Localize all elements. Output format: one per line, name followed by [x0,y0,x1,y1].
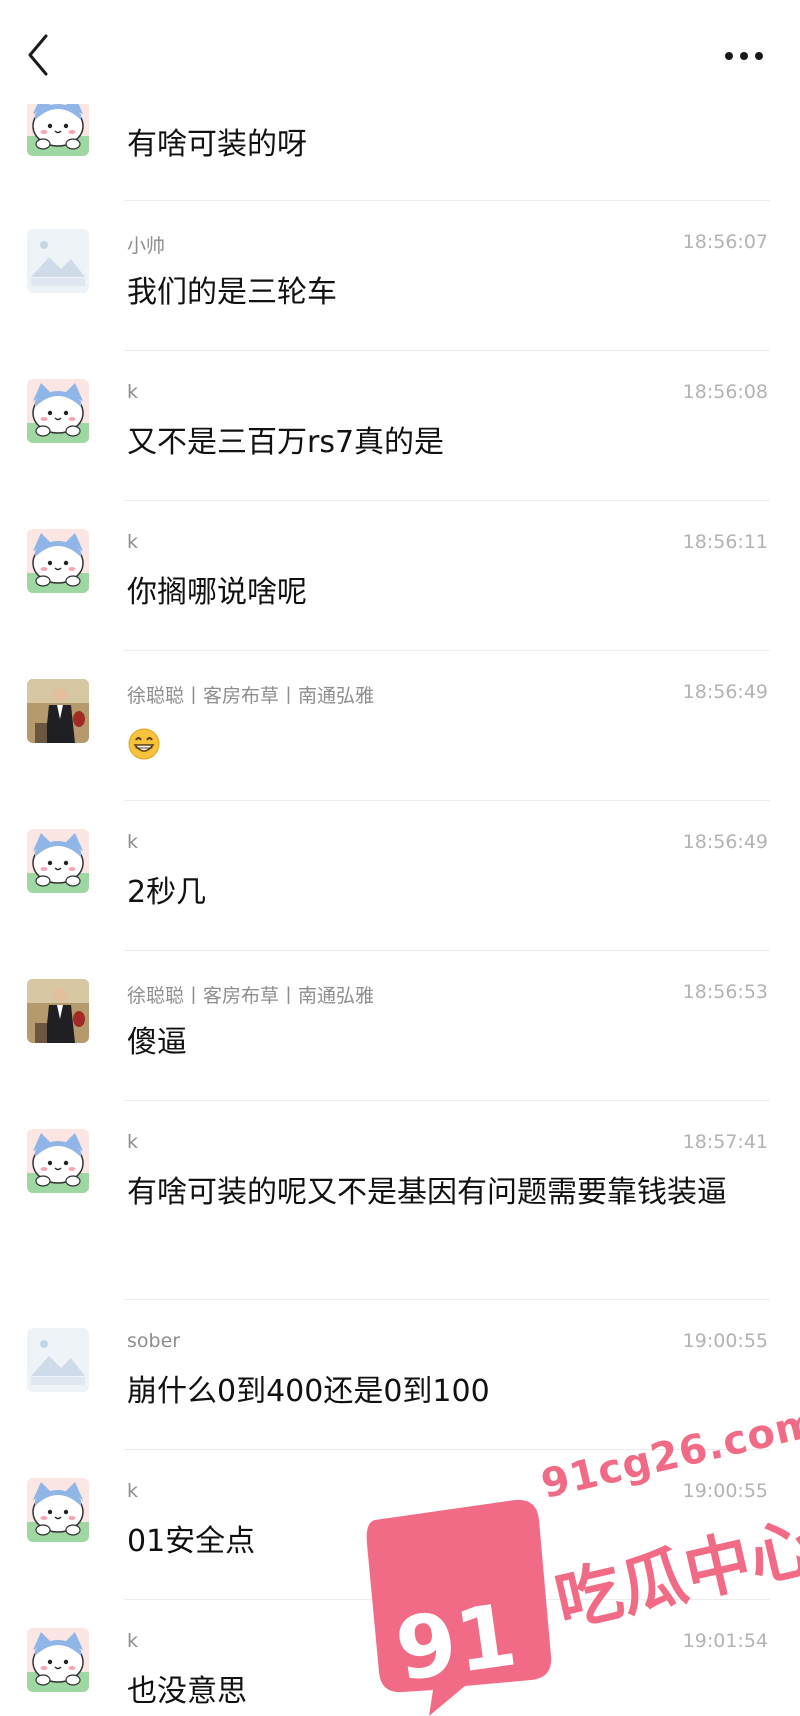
cat-avatar-icon [27,1129,89,1193]
cat-avatar-icon [27,379,89,443]
avatar[interactable] [27,229,89,293]
avatar[interactable] [27,379,89,443]
message-item[interactable]: k 18:57:41 有啥可装的呢又不是基因有问题需要靠钱装逼 [0,1101,800,1300]
chat-history-screen: 有啥可装的呀 小帅 18:56:07 我们的是三轮车 k 18:56:08 又不… [0,0,800,1716]
message-time: 18:56:49 [682,681,768,703]
navigation-bar [0,0,800,104]
avatar[interactable] [27,1328,89,1392]
message-time: 18:56:07 [682,231,768,253]
avatar[interactable] [27,829,89,893]
message-text[interactable]: 2秒几 [127,868,757,918]
message-item[interactable]: 有啥可装的呀 [0,92,800,201]
more-options-button[interactable] [714,36,774,76]
sender-name: k [127,1131,139,1153]
grinning-face-emoji-icon [128,728,160,759]
more-horizontal-icon [725,52,763,60]
message-text[interactable]: 我们的是三轮车 [127,268,757,318]
message-text[interactable]: 你搁哪说啥呢 [127,568,757,618]
avatar[interactable] [27,1129,89,1193]
avatar[interactable] [27,979,89,1043]
cat-avatar-icon [27,1628,89,1692]
person-photo-icon [27,979,89,1043]
cat-avatar-icon [27,529,89,593]
message-text[interactable]: 傻逼 [127,1018,757,1068]
avatar[interactable] [27,529,89,593]
message-item[interactable]: 徐聪聪丨客房布草丨南通弘雅 18:56:53 傻逼 [0,951,800,1101]
message-time: 19:01:54 [682,1630,768,1652]
message-time: 19:00:55 [682,1330,768,1352]
message-item[interactable]: k 18:56:08 又不是三百万rs7真的是 [0,351,800,501]
message-item[interactable]: 徐聪聪丨客房布草丨南通弘雅 18:56:49 [0,651,800,801]
sender-name: 徐聪聪丨客房布草丨南通弘雅 [127,985,375,1007]
message-item[interactable]: 小帅 18:56:07 我们的是三轮车 [0,201,800,351]
message-item[interactable]: sober 19:00:55 崩什么0到400还是0到100 [0,1300,800,1450]
sender-name: k [127,531,139,553]
message-time: 18:56:11 [682,531,768,553]
message-text[interactable]: 有啥可装的呢又不是基因有问题需要靠钱装逼 [127,1168,757,1218]
sender-name: sober [127,1330,181,1352]
message-text[interactable]: 崩什么0到400还是0到100 [127,1367,757,1417]
image-placeholder-icon [27,229,89,293]
message-time: 18:57:41 [682,1131,768,1153]
avatar[interactable] [27,1628,89,1692]
sender-name: k [127,1630,139,1652]
avatar[interactable] [27,1478,89,1542]
cat-avatar-icon [27,829,89,893]
watermark-number: 91 [390,1585,523,1702]
message-time: 18:56:49 [682,831,768,853]
message-item[interactable]: k 18:56:49 2秒几 [0,801,800,951]
cat-avatar-icon [27,1478,89,1542]
sender-name: 小帅 [127,235,166,257]
message-text[interactable]: 有啥可装的呀 [127,120,757,170]
image-placeholder-icon [27,1328,89,1392]
message-text[interactable]: 又不是三百万rs7真的是 [127,418,757,468]
message-time: 19:00:55 [682,1480,768,1502]
message-time: 18:56:53 [682,981,768,1003]
chevron-left-icon [28,34,48,76]
person-photo-icon [27,679,89,743]
sender-name: k [127,831,139,853]
sender-name: 徐聪聪丨客房布草丨南通弘雅 [127,685,375,707]
sender-name: k [127,381,139,403]
sender-name: k [127,1480,139,1502]
message-text[interactable] [127,718,757,768]
message-item[interactable]: k 18:56:11 你搁哪说啥呢 [0,501,800,651]
back-button[interactable] [18,30,62,80]
message-time: 18:56:08 [682,381,768,403]
avatar[interactable] [27,679,89,743]
